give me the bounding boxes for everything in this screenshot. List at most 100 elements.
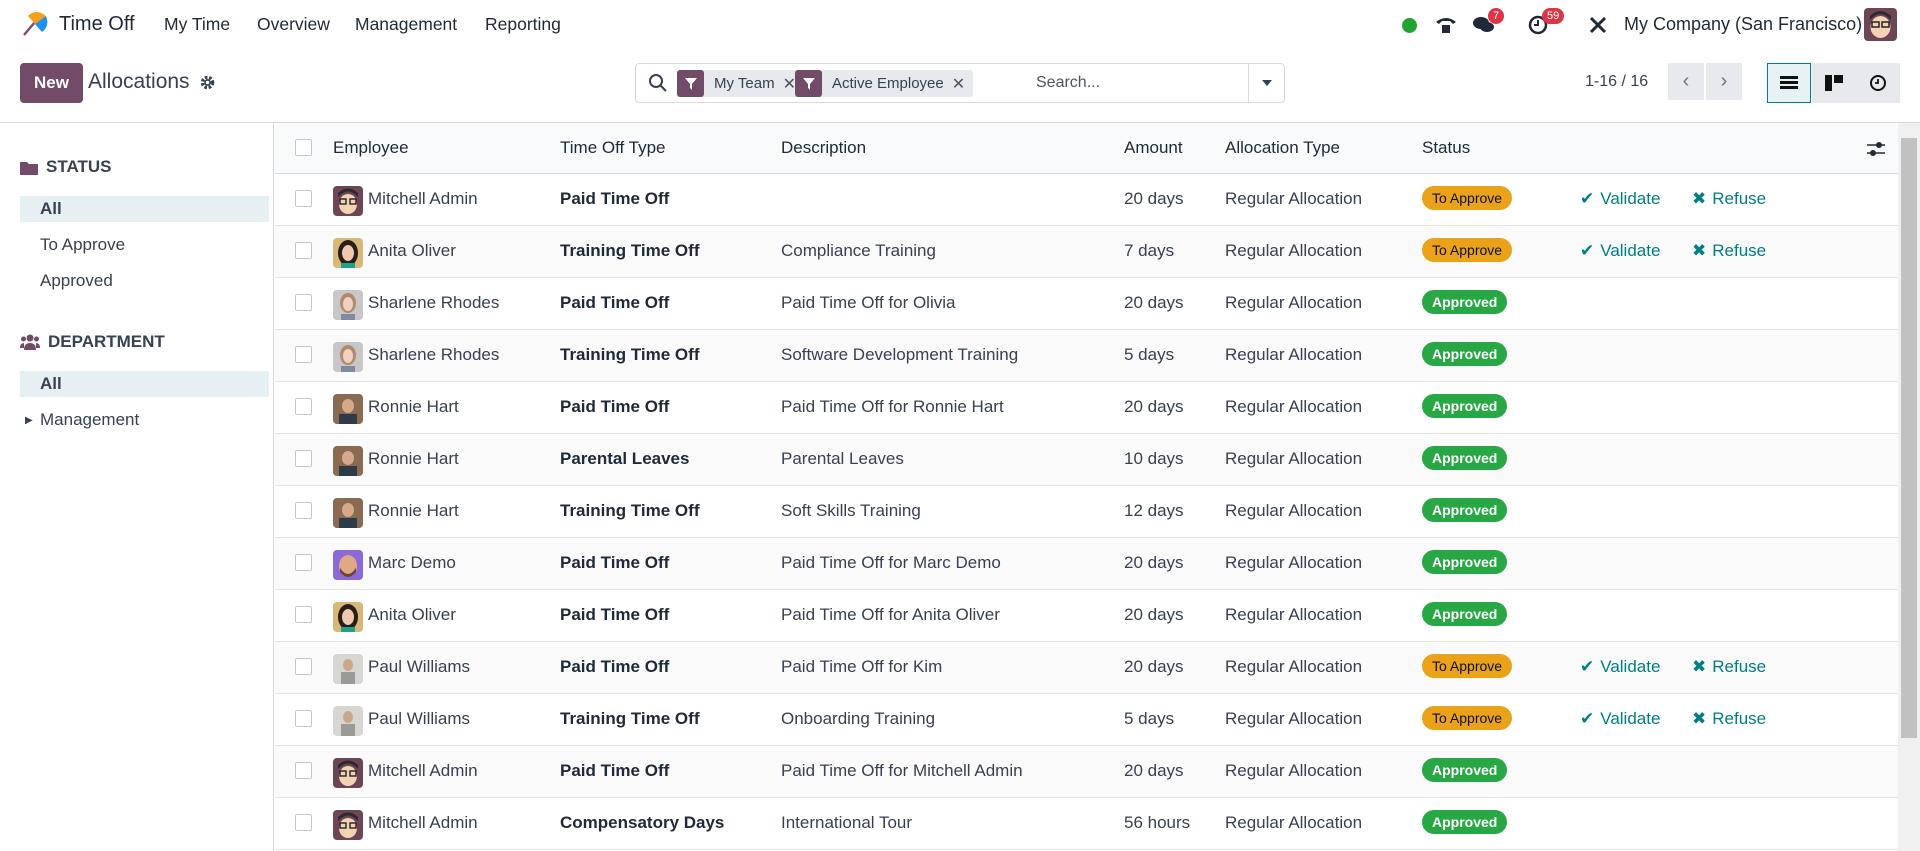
employee-name: Mitchell Admin <box>368 189 478 208</box>
clock-icon <box>1870 75 1886 91</box>
gear-icon[interactable] <box>199 74 216 91</box>
table-row[interactable]: Paul Williams Training Time Off Onboarding… <box>275 694 1898 746</box>
check-icon: ✔ <box>1580 241 1595 260</box>
table-row[interactable]: Ronnie Hart Training Time Off Soft Skills … <box>275 486 1898 538</box>
column-amount[interactable]: Amount <box>1124 138 1183 158</box>
table-row[interactable]: Ronnie Hart Paid Time Off Paid Time Off fo… <box>275 382 1898 434</box>
allocation-type: Regular Allocation <box>1225 449 1363 468</box>
vertical-scrollbar[interactable] <box>1898 123 1920 851</box>
messages-button[interactable]: 7 <box>1472 0 1505 50</box>
row-checkbox[interactable] <box>295 814 312 831</box>
table-row[interactable]: Mitchell Admin Paid Time Off Paid Time Off… <box>275 746 1898 798</box>
menu-my-time[interactable]: My Time <box>164 14 230 35</box>
table-row[interactable]: Ronnie Hart Parental Leaves Parental Leave… <box>275 434 1898 486</box>
facet-label: My Team <box>714 75 775 92</box>
row-checkbox[interactable] <box>295 450 312 467</box>
validate-button[interactable]: ✔ Validate <box>1580 241 1660 261</box>
tools-icon[interactable] <box>1588 0 1608 50</box>
facet-my-team: My Team ✕ <box>677 70 804 97</box>
row-checkbox[interactable] <box>295 606 312 623</box>
table-row[interactable]: Mitchell Admin Compensatory Days Internati… <box>275 798 1898 850</box>
refuse-button[interactable]: ✖ Refuse <box>1692 241 1766 261</box>
company-switcher[interactable]: My Company (San Francisco) <box>1624 14 1862 35</box>
messages-count-badge: 7 <box>1488 8 1505 24</box>
row-checkbox[interactable] <box>295 710 312 727</box>
table-row[interactable]: Marc Demo Paid Time Off Paid Time Off for … <box>275 538 1898 590</box>
refuse-button[interactable]: ✖ Refuse <box>1692 657 1766 677</box>
pager-value[interactable]: 1-16 / 16 <box>1585 73 1648 91</box>
column-employee[interactable]: Employee <box>333 138 409 158</box>
status-filter-all[interactable]: All <box>20 196 269 222</box>
status-filter-approved[interactable]: Approved <box>20 268 269 294</box>
check-icon: ✔ <box>1580 709 1595 728</box>
pager-next-button[interactable]: › <box>1706 63 1742 100</box>
allocation-type: Regular Allocation <box>1225 241 1363 260</box>
employee-avatar <box>333 602 363 632</box>
refuse-button[interactable]: ✖ Refuse <box>1692 709 1766 729</box>
menu-overview[interactable]: Overview <box>257 14 330 35</box>
menu-reporting[interactable]: Reporting <box>485 14 561 35</box>
pager-previous-button[interactable]: ‹ <box>1668 63 1704 100</box>
time-off-logo-icon[interactable] <box>20 8 50 38</box>
row-checkbox[interactable] <box>295 346 312 363</box>
table-row[interactable]: Anita Oliver Training Time Off Compliance … <box>275 226 1898 278</box>
column-allocation-type[interactable]: Allocation Type <box>1225 138 1340 158</box>
optional-columns-icon[interactable] <box>1867 141 1885 157</box>
row-checkbox[interactable] <box>295 502 312 519</box>
table-row[interactable]: Sharlene Rhodes Paid Time Off Paid Time Of… <box>275 278 1898 330</box>
description: Paid Time Off for Anita Oliver <box>781 605 1000 624</box>
activity-view-button[interactable] <box>1856 63 1900 103</box>
department-filter-management[interactable]: ▶ Management <box>20 407 269 433</box>
description: Parental Leaves <box>781 449 904 468</box>
phone-icon[interactable] <box>1435 0 1457 50</box>
row-checkbox[interactable] <box>295 294 312 311</box>
department-filter-all[interactable]: All <box>20 371 269 397</box>
row-checkbox[interactable] <box>295 762 312 779</box>
search-icon[interactable] <box>648 73 668 93</box>
time-off-type: Training Time Off <box>560 345 700 364</box>
search-input[interactable] <box>1036 72 1236 94</box>
employee-avatar <box>333 446 363 476</box>
column-description[interactable]: Description <box>781 138 866 158</box>
app-name[interactable]: Time Off <box>59 13 135 36</box>
menu-management[interactable]: Management <box>355 14 457 35</box>
user-avatar[interactable] <box>1864 8 1897 41</box>
description: Paid Time Off for Kim <box>781 657 943 676</box>
remove-facet-icon[interactable]: ✕ <box>952 74 973 94</box>
validate-button[interactable]: ✔ Validate <box>1580 709 1660 729</box>
row-checkbox[interactable] <box>295 242 312 259</box>
table-row[interactable]: Anita Oliver Paid Time Off Paid Time Off f… <box>275 590 1898 642</box>
table-row[interactable]: Paul Williams Paid Time Off Paid Time Off … <box>275 642 1898 694</box>
activities-button[interactable]: 59 <box>1528 0 1565 50</box>
row-checkbox[interactable] <box>295 658 312 675</box>
list-view-button[interactable] <box>1767 63 1811 103</box>
table-row[interactable]: Sharlene Rhodes Training Time Off Software… <box>275 330 1898 382</box>
check-icon: ✔ <box>1580 657 1595 676</box>
validate-button[interactable]: ✔ Validate <box>1580 189 1660 209</box>
row-checkbox[interactable] <box>295 554 312 571</box>
status-filter-to-approve[interactable]: To Approve <box>20 232 269 258</box>
amount: 10 days <box>1124 449 1184 468</box>
column-status[interactable]: Status <box>1422 138 1470 158</box>
refuse-button[interactable]: ✖ Refuse <box>1692 189 1766 209</box>
status-badge: Approved <box>1422 498 1508 522</box>
row-checkbox[interactable] <box>295 190 312 207</box>
close-icon: ✖ <box>1692 189 1707 208</box>
description: Paid Time Off for Marc Demo <box>781 553 1001 572</box>
scrollbar-thumb[interactable] <box>1901 138 1917 738</box>
select-all-checkbox[interactable] <box>295 139 312 156</box>
presence-status-icon[interactable] <box>1402 17 1417 33</box>
employee-avatar <box>333 238 363 268</box>
validate-button[interactable]: ✔ Validate <box>1580 657 1660 677</box>
status-badge: Approved <box>1422 342 1508 366</box>
search-options-toggle[interactable] <box>1248 64 1284 102</box>
kanban-view-button[interactable] <box>1812 63 1856 103</box>
caret-right-icon[interactable]: ▶ <box>25 415 33 426</box>
employee-name: Ronnie Hart <box>368 501 459 520</box>
allocation-type: Regular Allocation <box>1225 293 1363 312</box>
description: Paid Time Off for Mitchell Admin <box>781 761 1023 780</box>
table-row[interactable]: Mitchell Admin Paid Time Off 20 days Regula… <box>275 174 1898 226</box>
new-button[interactable]: New <box>20 63 83 103</box>
row-checkbox[interactable] <box>295 398 312 415</box>
column-time-off-type[interactable]: Time Off Type <box>560 138 666 158</box>
